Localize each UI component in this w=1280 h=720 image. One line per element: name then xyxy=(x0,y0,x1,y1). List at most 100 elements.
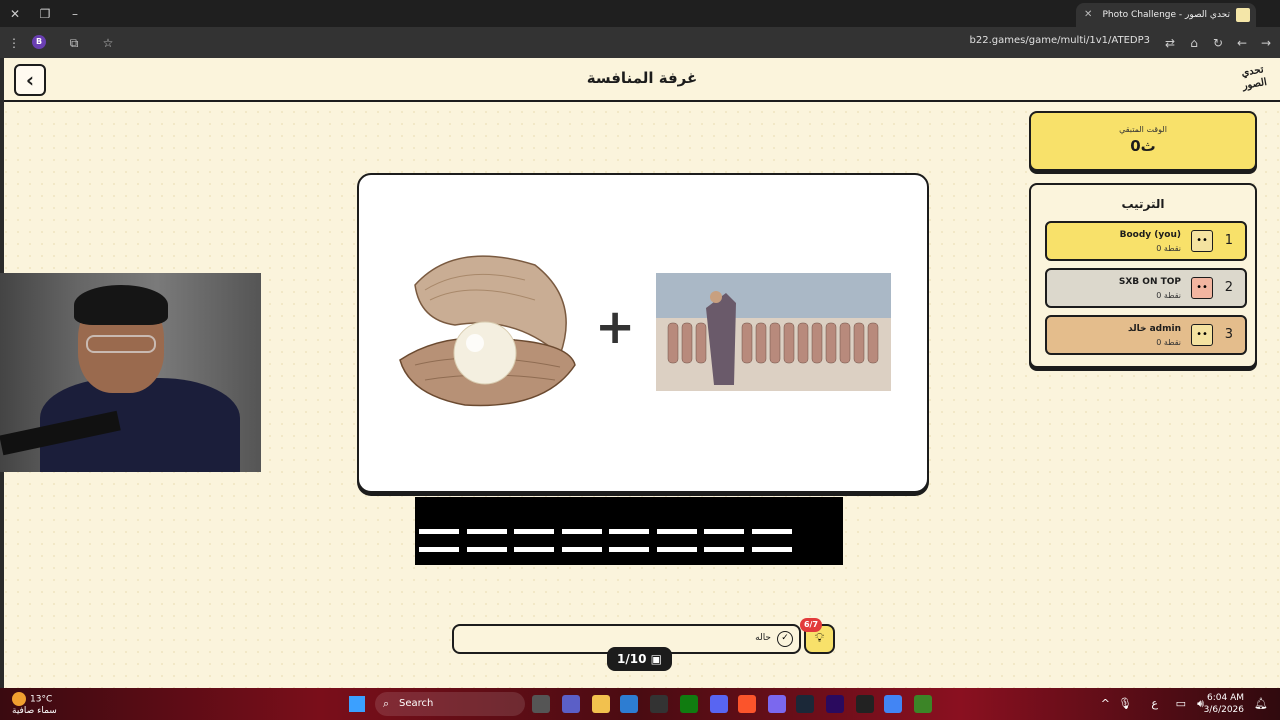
weather-widget[interactable]: 13°C سماء صافية xyxy=(12,692,57,717)
reload-icon[interactable]: ↻ xyxy=(1208,33,1228,53)
pearl-shell-image xyxy=(399,255,576,407)
answer-slot xyxy=(656,529,697,534)
taskbar-search[interactable]: ⌕ Search xyxy=(375,692,525,716)
plus-icon: + xyxy=(595,299,636,355)
webcam-person-hair xyxy=(74,285,168,325)
player-name: SXB ON TOP xyxy=(1118,277,1181,287)
player-name: Boody (you) xyxy=(1119,230,1181,240)
dancers-photo xyxy=(656,273,891,391)
search-label: Search xyxy=(399,698,434,709)
answer-slot xyxy=(751,529,792,534)
weather-icon xyxy=(12,692,26,706)
address-bar-row: ⋮ B ⧉ ☆ b22.games/game/multi/1v1/ATEDP3 … xyxy=(0,27,1280,58)
close-tab-icon[interactable]: ✕ xyxy=(1084,3,1092,27)
store-icon[interactable] xyxy=(620,695,638,713)
forward-icon[interactable]: ← xyxy=(1232,33,1252,53)
question-progress: 1/10 ▣ xyxy=(607,647,672,671)
timer-card: الوقت المتبقي 0ث xyxy=(1029,111,1257,171)
ranking-row: 3 •• خالد admin 0 نقطة xyxy=(1045,315,1247,355)
answer-slot xyxy=(609,529,649,534)
site-settings-icon[interactable]: ⇄ xyxy=(1160,33,1180,53)
answer-slot xyxy=(419,529,459,534)
answer-slot xyxy=(561,547,602,552)
clock[interactable]: 6:04 AM 3/6/2026 xyxy=(1204,692,1244,716)
extensions-icon[interactable]: ⧉ xyxy=(64,33,84,53)
tray-chevron-icon[interactable]: ^ xyxy=(1101,697,1110,710)
discord-icon[interactable] xyxy=(710,695,728,713)
timer-label: الوقت المتبقي xyxy=(1119,125,1167,134)
url-field[interactable]: b22.games/game/multi/1v1/ATEDP3 xyxy=(970,35,1150,46)
answer-slot xyxy=(656,547,697,552)
close-window-icon[interactable]: ✕ xyxy=(4,4,26,24)
steam-icon[interactable] xyxy=(796,695,814,713)
brave-icon[interactable] xyxy=(738,695,756,713)
microphone-icon[interactable]: 🎙︎ xyxy=(1118,697,1132,710)
search-icon: ⌕ xyxy=(383,697,390,710)
rank-number: 3 xyxy=(1224,327,1233,342)
menu-dots-icon[interactable]: ⋮ xyxy=(4,33,24,53)
back-icon[interactable]: → xyxy=(1256,33,1276,53)
file-explorer-icon[interactable] xyxy=(592,695,610,713)
answer-slot xyxy=(419,547,459,552)
browser-chrome: ✕ ❐ – + ✕ Photo Challenge - تحدي الصور ⋮… xyxy=(0,0,1280,58)
clock-time: 6:04 AM xyxy=(1207,693,1244,703)
minecraft-icon[interactable] xyxy=(914,695,932,713)
puzzle-card: + xyxy=(357,173,929,493)
app-icon[interactable] xyxy=(768,695,786,713)
image-icon: ▣ xyxy=(650,652,662,666)
answer-slot xyxy=(514,547,554,552)
timer-value: 0ث xyxy=(1130,137,1156,155)
webcam-glasses xyxy=(86,335,156,353)
bookmark-star-icon[interactable]: ☆ xyxy=(98,33,118,53)
answer-slot xyxy=(466,547,507,552)
clock-date: 3/6/2026 xyxy=(1203,705,1244,715)
network-icon[interactable]: ▭ xyxy=(1176,697,1186,710)
player-avatar-icon: •• xyxy=(1191,277,1213,299)
browser-titlebar: ✕ ❐ – + ✕ Photo Challenge - تحدي الصور xyxy=(0,0,1280,27)
player-points: 0 نقطة xyxy=(1156,244,1181,253)
answer-slot xyxy=(561,529,602,534)
answer-slot xyxy=(609,547,649,552)
home-icon[interactable]: ⌂ xyxy=(1184,33,1204,53)
answer-slot xyxy=(751,547,792,552)
ranking-row: 2 •• SXB ON TOP 0 نقطة xyxy=(1045,268,1247,308)
premiere-icon[interactable] xyxy=(826,695,844,713)
rank-number: 2 xyxy=(1224,280,1233,295)
xbox-icon[interactable] xyxy=(680,695,698,713)
windows-taskbar: 13°C سماء صافية ⌕ Search ^ 🎙︎ ع ▭ 🔊︎ 6:0… xyxy=(0,688,1280,720)
answer-slot xyxy=(466,529,507,534)
tab-title: Photo Challenge - تحدي الصور xyxy=(1102,10,1231,20)
ranking-title: الترتيب xyxy=(1121,197,1165,211)
answer-slot xyxy=(704,547,744,552)
answer-slot xyxy=(514,529,554,534)
ranking-row: 1 •• Boody (you) 0 نقطة xyxy=(1045,221,1247,261)
language-indicator[interactable]: ع xyxy=(1151,697,1158,710)
game-logo[interactable]: تحدي الصور xyxy=(1234,62,1275,98)
minimize-window-icon[interactable]: – xyxy=(64,4,86,24)
page-header: ‹ غرفة المنافسة تحدي الصور xyxy=(4,58,1280,102)
tab-favicon-icon xyxy=(1236,8,1250,22)
profile-avatar[interactable]: B xyxy=(32,35,46,49)
answer-input-text: حاله xyxy=(755,633,771,643)
rank-number: 1 xyxy=(1224,233,1233,248)
task-view-icon[interactable] xyxy=(532,695,550,713)
ranking-panel: الترتيب 1 •• Boody (you) 0 نقطة 2 •• SXB… xyxy=(1029,183,1257,368)
windows-start-icon[interactable] xyxy=(349,696,365,712)
submit-check-icon[interactable]: ✓ xyxy=(777,631,793,647)
answer-slot xyxy=(704,529,744,534)
weather-text: سماء صافية xyxy=(12,706,57,716)
temperature: 13°C xyxy=(30,694,53,705)
player-points: 0 نقطة xyxy=(1156,338,1181,347)
restore-window-icon[interactable]: ❐ xyxy=(34,4,56,24)
answer-slots xyxy=(415,497,843,565)
hint-count-badge: 6/7 xyxy=(800,618,822,632)
chrome-icon[interactable] xyxy=(884,695,902,713)
browser-tab[interactable]: ✕ Photo Challenge - تحدي الصور xyxy=(1076,3,1256,27)
epic-games-icon[interactable] xyxy=(650,695,668,713)
teams-icon[interactable] xyxy=(562,695,580,713)
webcam-overlay xyxy=(0,273,261,472)
obs-icon[interactable] xyxy=(856,695,874,713)
player-name: خالد admin xyxy=(1128,324,1181,334)
player-avatar-icon: •• xyxy=(1191,324,1213,346)
notification-bell-icon[interactable]: 🔔︎ xyxy=(1254,697,1268,710)
